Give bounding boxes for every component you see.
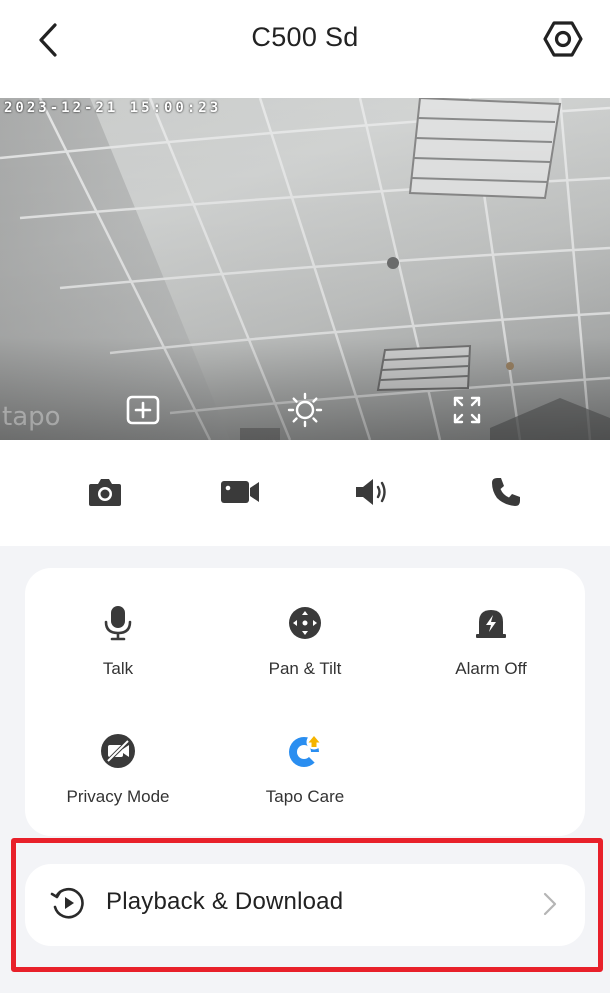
feature-label: Privacy Mode: [66, 787, 170, 806]
speaker-icon: [356, 479, 386, 505]
page-title: C500 Sd: [251, 22, 359, 52]
hexagon-settings-icon: [543, 21, 583, 57]
feature-pan-tilt[interactable]: Pan & Tilt: [212, 605, 398, 715]
snapshot-camera-icon: [89, 479, 121, 506]
snapshot-button[interactable]: [85, 472, 125, 512]
playback-chevron: [538, 890, 562, 918]
playback-history-icon: [50, 887, 84, 919]
fullscreen-button[interactable]: [449, 392, 485, 428]
chevron-right-icon: [543, 892, 557, 916]
feature-label: Tapo Care: [265, 787, 345, 806]
speaker-button[interactable]: [352, 472, 392, 512]
feature-talk[interactable]: Talk: [25, 605, 211, 715]
alarm-siren-icon: [476, 610, 506, 638]
pan-tilt-icon: [289, 607, 321, 639]
playback-icon-wrapper: [50, 885, 86, 921]
playback-download-label: Playback & Download: [106, 888, 344, 915]
add-view-button[interactable]: [125, 392, 161, 428]
video-timestamp: 2023-12-21 15:00:23: [4, 100, 222, 116]
record-video-button[interactable]: [220, 472, 260, 512]
brightness-icon: [287, 392, 323, 428]
feature-tapo-care[interactable]: Tapo Care: [212, 733, 398, 843]
add-view-icon: [126, 395, 160, 425]
record-video-icon: [221, 481, 259, 503]
feature-label: Pan & Tilt: [268, 659, 342, 678]
microphone-icon: [104, 606, 132, 641]
feature-privacy-mode[interactable]: Privacy Mode: [25, 733, 211, 843]
phone-call-icon: [492, 478, 520, 506]
live-video-feed[interactable]: [0, 98, 610, 440]
settings-button[interactable]: [540, 16, 586, 62]
brightness-button[interactable]: [287, 392, 323, 428]
phone-call-button[interactable]: [486, 472, 526, 512]
privacy-camera-off-icon: [101, 734, 135, 768]
feature-label: Talk: [102, 659, 134, 678]
ceiling-scene-image: [0, 98, 610, 440]
feature-alarm-off[interactable]: Alarm Off: [398, 605, 584, 715]
feature-label: Alarm Off: [455, 659, 527, 678]
tapo-care-icon: [289, 734, 322, 767]
fullscreen-icon: [453, 396, 481, 424]
tapo-watermark: tapo: [2, 402, 61, 432]
